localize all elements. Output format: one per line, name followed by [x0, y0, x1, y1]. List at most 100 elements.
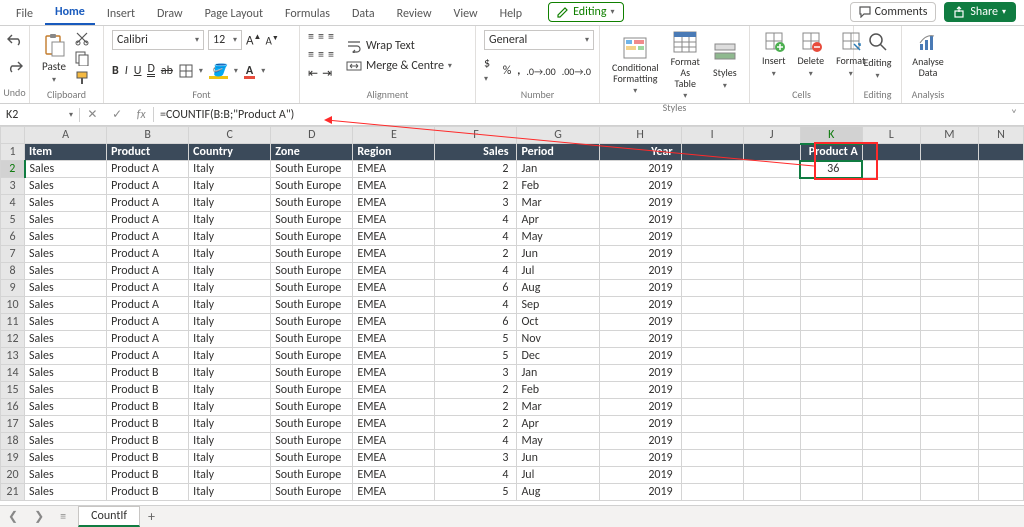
font-color-button[interactable]: A — [244, 64, 255, 79]
undo-icon[interactable] — [6, 32, 24, 46]
cut-icon[interactable] — [74, 30, 90, 46]
table-row[interactable]: 3 Sales Product A Italy South Europe EME… — [1, 178, 1024, 195]
styles-icon — [712, 40, 738, 64]
strikethrough-button[interactable]: ab — [161, 64, 173, 78]
double-underline-button[interactable]: D — [147, 65, 154, 77]
sheet-nav-next-icon[interactable]: ❯ — [26, 509, 52, 524]
merge-icon — [346, 59, 362, 73]
table-row[interactable]: 11 Sales Product A Italy South Europe EM… — [1, 314, 1024, 331]
tab-help[interactable]: Help — [490, 2, 533, 25]
select-all-corner[interactable] — [1, 127, 25, 144]
mode-editing-button[interactable]: Editing ▾ — [548, 2, 623, 22]
table-row[interactable]: 2 Sales Product A Italy South Europe EME… — [1, 161, 1024, 178]
chevron-down-icon: ▾ — [611, 7, 615, 17]
italic-button[interactable]: I — [125, 64, 128, 78]
enter-formula-icon[interactable]: ✓ — [112, 107, 122, 122]
comments-button[interactable]: Comments — [850, 2, 937, 22]
insert-cells-button[interactable]: Insert▾ — [758, 30, 790, 79]
align-top-icon[interactable]: ≡ — [308, 30, 314, 44]
spreadsheet-grid[interactable]: ABCDEFGHIJKLMN 1 Item Product Country Zo… — [0, 126, 1024, 501]
sheet-nav-prev-icon[interactable]: ❮ — [0, 509, 26, 524]
analyse-icon — [916, 30, 940, 54]
format-painter-icon[interactable] — [74, 70, 90, 86]
table-row[interactable]: 5 Sales Product A Italy South Europe EME… — [1, 212, 1024, 229]
comment-icon — [859, 6, 871, 18]
table-row[interactable]: 19 Sales Product B Italy South Europe EM… — [1, 450, 1024, 467]
tab-data[interactable]: Data — [342, 2, 385, 25]
number-group-label: Number — [484, 88, 591, 103]
tab-insert[interactable]: Insert — [97, 2, 145, 25]
table-row[interactable]: 14 Sales Product B Italy South Europe EM… — [1, 365, 1024, 382]
increase-decimal-icon[interactable]: .0→.00 — [526, 65, 555, 78]
font-name-select[interactable]: Calibri▾ — [112, 30, 204, 50]
tab-view[interactable]: View — [444, 2, 488, 25]
selected-cell: 36 — [800, 161, 862, 178]
conditional-formatting-button[interactable]: Conditional Formatting▾ — [608, 36, 663, 96]
table-row[interactable]: 10 Sales Product A Italy South Europe EM… — [1, 297, 1024, 314]
increase-font-icon[interactable]: A▲ — [246, 32, 261, 48]
table-row[interactable]: 21 Sales Product B Italy South Europe EM… — [1, 484, 1024, 501]
conditional-formatting-icon — [622, 36, 648, 60]
expand-formula-bar-icon[interactable]: ˅ — [1004, 108, 1024, 122]
align-bottom-icon[interactable]: ≡ — [328, 30, 334, 44]
fx-icon[interactable]: fx — [137, 108, 146, 122]
table-row[interactable]: 13 Sales Product A Italy South Europe EM… — [1, 348, 1024, 365]
editing-group-button[interactable]: Editing▾ — [862, 30, 893, 81]
borders-button[interactable] — [179, 64, 193, 78]
font-size-select[interactable]: 12▾ — [208, 30, 242, 50]
table-row[interactable]: 15 Sales Product B Italy South Europe EM… — [1, 382, 1024, 399]
wrap-text-button[interactable]: Wrap Text — [346, 39, 452, 53]
table-row[interactable]: 18 Sales Product B Italy South Europe EM… — [1, 433, 1024, 450]
table-row[interactable]: 8 Sales Product A Italy South Europe EME… — [1, 263, 1024, 280]
delete-cells-button[interactable]: Delete▾ — [794, 30, 829, 79]
align-right-icon[interactable]: ≡ — [328, 48, 334, 62]
table-row[interactable]: 16 Sales Product B Italy South Europe EM… — [1, 399, 1024, 416]
table-row[interactable]: 20 Sales Product B Italy South Europe EM… — [1, 467, 1024, 484]
alignment-group-label: Alignment — [308, 88, 467, 103]
decrease-decimal-icon[interactable]: .00→.0 — [562, 65, 591, 78]
analyse-data-button[interactable]: Analyse Data — [910, 30, 946, 78]
share-icon — [954, 6, 966, 18]
align-middle-icon[interactable]: ≡ — [318, 30, 324, 44]
redo-icon[interactable] — [6, 59, 24, 73]
copy-icon[interactable] — [74, 50, 90, 66]
tab-page-layout[interactable]: Page Layout — [195, 2, 273, 25]
align-left-icon[interactable]: ≡ — [308, 48, 314, 62]
cell-styles-button[interactable]: Styles▾ — [708, 40, 742, 91]
paste-button[interactable]: Paste▾ — [38, 32, 70, 85]
name-box[interactable]: K2▾ — [0, 108, 80, 122]
align-center-icon[interactable]: ≡ — [318, 48, 324, 62]
format-as-table-button[interactable]: Format As Table▾ — [667, 30, 704, 101]
editing-group-label: Editing — [862, 88, 893, 103]
comma-style-icon[interactable]: , — [517, 64, 520, 78]
table-row[interactable]: 6 Sales Product A Italy South Europe EME… — [1, 229, 1024, 246]
cancel-formula-icon[interactable]: ✕ — [87, 107, 97, 122]
decrease-font-icon[interactable]: A▼ — [265, 33, 278, 48]
column-headers[interactable]: ABCDEFGHIJKLMN — [1, 127, 1024, 144]
add-sheet-button[interactable]: + — [140, 508, 163, 525]
sheet-list-icon[interactable]: ≡ — [52, 510, 74, 524]
formula-input[interactable]: =COUNTIF(B:B;"Product A") — [154, 108, 1004, 122]
table-row[interactable]: 1 Item Product Country Zone Region Sales… — [1, 144, 1024, 161]
tab-home[interactable]: Home — [45, 0, 95, 25]
tab-review[interactable]: Review — [387, 2, 442, 25]
table-row[interactable]: 7 Sales Product A Italy South Europe EME… — [1, 246, 1024, 263]
decrease-indent-icon[interactable]: ⇤ — [308, 66, 318, 81]
share-button[interactable]: Share ▾ — [944, 2, 1016, 22]
table-row[interactable]: 9 Sales Product A Italy South Europe EME… — [1, 280, 1024, 297]
table-row[interactable]: 17 Sales Product B Italy South Europe EM… — [1, 416, 1024, 433]
number-format-select[interactable]: General▾ — [484, 30, 594, 50]
currency-icon[interactable]: $ ▾ — [484, 57, 497, 85]
tab-formulas[interactable]: Formulas — [275, 2, 340, 25]
underline-button[interactable]: U — [134, 64, 142, 78]
table-row[interactable]: 4 Sales Product A Italy South Europe EME… — [1, 195, 1024, 212]
sheet-tab-countif[interactable]: CountIf — [78, 506, 140, 527]
increase-indent-icon[interactable]: ⇥ — [322, 66, 332, 81]
merge-center-button[interactable]: Merge & Centre ▾ — [346, 59, 452, 73]
fill-color-button[interactable]: 🪣 — [209, 64, 228, 79]
tab-draw[interactable]: Draw — [147, 2, 193, 25]
percent-icon[interactable]: % — [503, 64, 512, 78]
bold-button[interactable]: B — [112, 64, 119, 78]
table-row[interactable]: 12 Sales Product A Italy South Europe EM… — [1, 331, 1024, 348]
tab-file[interactable]: File — [6, 2, 43, 25]
